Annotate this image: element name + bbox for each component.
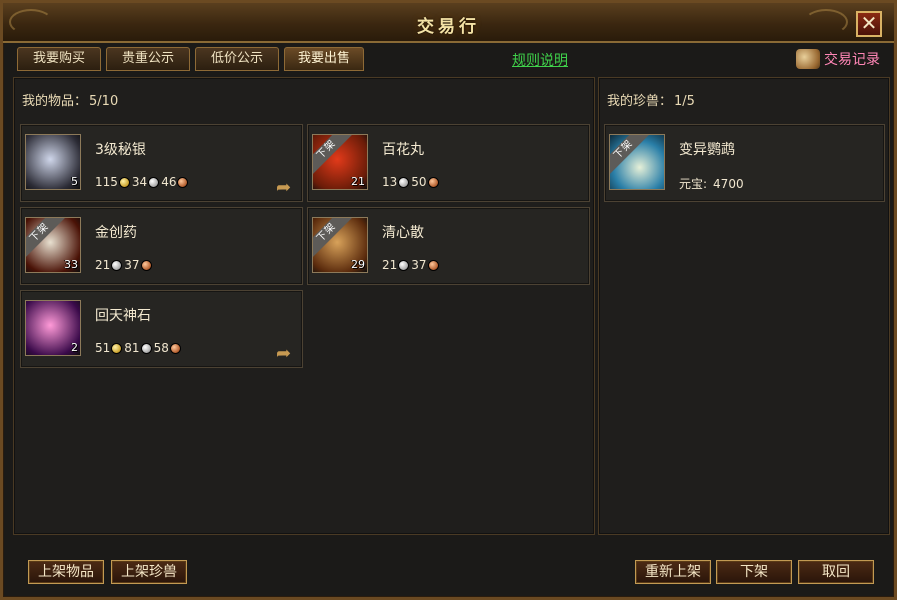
- item-name: 3级秘银: [95, 142, 146, 158]
- pet-price: 元宝: 4700: [679, 175, 744, 192]
- title-ornament-right: [804, 9, 848, 35]
- delist-button[interactable]: 下架: [716, 560, 792, 584]
- tab-valuable-notice[interactable]: 贵重公示: [106, 47, 190, 71]
- item-quantity: 2: [71, 341, 78, 354]
- item-quantity: 21: [351, 175, 365, 188]
- silver-coin-icon: [398, 259, 410, 271]
- pet-slot[interactable]: 下架 变异鹦鹉 元宝: 4700: [604, 124, 885, 202]
- my-pets-panel: 我的珍兽： 1/5 下架 变异鹦鹉 元宝: 4700: [598, 77, 890, 535]
- item-quantity: 5: [71, 175, 78, 188]
- price-amount: 34: [131, 175, 148, 189]
- my-pets-header: 我的珍兽： 1/5: [607, 90, 695, 109]
- silver-coin-icon: [148, 176, 160, 188]
- item-price: 13 50: [382, 175, 441, 189]
- copper-coin-icon: [427, 259, 439, 271]
- silver-coin-icon: [111, 259, 123, 271]
- item-name: 金创药: [95, 225, 137, 241]
- my-items-panel: 我的物品： 5/10 5 3级秘银 115 34 46 ➦ 下架 21 百花丸 13 5…: [13, 77, 595, 535]
- delisted-ribbon: 下架: [313, 135, 354, 177]
- scroll-icon: [796, 49, 820, 69]
- silver-coin-icon: [398, 176, 410, 188]
- copper-coin-icon: [169, 342, 181, 354]
- item-slot[interactable]: 下架 33 金创药 21 37: [20, 207, 303, 285]
- window-title: 交易行: [417, 17, 480, 37]
- my-pets-count: 1/5: [674, 94, 695, 109]
- my-pets-label: 我的珍兽：: [607, 94, 673, 109]
- item-name: 回天神石: [95, 308, 151, 324]
- item-price: 115 34 46: [95, 175, 190, 189]
- share-arrow-icon[interactable]: ➦: [276, 343, 300, 364]
- price-amount: 21: [382, 258, 398, 272]
- copper-coin-icon: [427, 176, 439, 188]
- ingot-amount: 4700: [713, 176, 744, 191]
- list-item-button[interactable]: 上架物品: [28, 560, 104, 584]
- trade-house-window: 交易行 ✕ 我要购买 贵重公示 低价公示 我要出售 规则说明 交易记录 我的物品…: [0, 0, 897, 600]
- item-slot[interactable]: 下架 29 清心散 21 37: [307, 207, 590, 285]
- price-amount: 58: [153, 341, 169, 355]
- hundred-flower-pill-icon: 下架 21: [312, 134, 368, 190]
- item-quantity: 29: [351, 258, 365, 271]
- relist-button[interactable]: 重新上架: [635, 560, 711, 584]
- price-amount: 51: [95, 341, 111, 355]
- item-slot[interactable]: 2 回天神石 51 81 58 ➦: [20, 290, 303, 368]
- price-amount: 50: [411, 175, 427, 189]
- mutant-parrot-icon: 下架: [609, 134, 665, 190]
- mithril-ore-icon: 5: [25, 134, 81, 190]
- tab-sell[interactable]: 我要出售: [284, 47, 364, 71]
- item-price: 51 81 58: [95, 341, 183, 355]
- ingot-label: 元宝:: [679, 177, 708, 191]
- item-quantity: 33: [64, 258, 78, 271]
- price-amount: 21: [95, 258, 111, 272]
- gold-coin-icon: [118, 176, 130, 188]
- item-name: 百花丸: [382, 142, 424, 158]
- item-name: 清心散: [382, 225, 424, 241]
- delisted-ribbon: 下架: [26, 218, 67, 260]
- delisted-ribbon: 下架: [610, 135, 651, 177]
- my-items-count: 5/10: [89, 94, 119, 109]
- item-slot[interactable]: 5 3级秘银 115 34 46 ➦: [20, 124, 303, 202]
- copper-coin-icon: [177, 176, 189, 188]
- silver-coin-icon: [140, 342, 152, 354]
- price-amount: 13: [382, 175, 398, 189]
- item-price: 21 37: [382, 258, 441, 272]
- price-amount: 81: [124, 341, 140, 355]
- item-price: 21 37: [95, 258, 154, 272]
- tab-buy[interactable]: 我要购买: [17, 47, 101, 71]
- price-amount: 37: [124, 258, 140, 272]
- item-slot[interactable]: 下架 21 百花丸 13 50: [307, 124, 590, 202]
- title-bar: 交易行 ✕: [3, 3, 894, 43]
- trade-record-label: 交易记录: [824, 52, 880, 68]
- price-amount: 115: [95, 175, 118, 189]
- wound-medicine-icon: 下架 33: [25, 217, 81, 273]
- close-button[interactable]: ✕: [856, 11, 882, 37]
- my-items-label: 我的物品：: [22, 94, 88, 109]
- price-amount: 46: [161, 175, 177, 189]
- rules-link[interactable]: 规则说明: [512, 50, 568, 70]
- price-amount: 37: [411, 258, 427, 272]
- trade-record-link[interactable]: 交易记录: [796, 47, 880, 71]
- heaven-stone-icon: 2: [25, 300, 81, 356]
- pet-name: 变异鹦鹉: [679, 142, 735, 158]
- tab-lowprice-notice[interactable]: 低价公示: [195, 47, 279, 71]
- close-icon: ✕: [860, 11, 878, 35]
- share-arrow-icon[interactable]: ➦: [276, 177, 300, 198]
- my-items-header: 我的物品： 5/10: [22, 90, 118, 109]
- retrieve-button[interactable]: 取回: [798, 560, 874, 584]
- list-pet-button[interactable]: 上架珍兽: [111, 560, 187, 584]
- delisted-ribbon: 下架: [313, 218, 354, 260]
- copper-coin-icon: [140, 259, 152, 271]
- clear-heart-powder-icon: 下架 29: [312, 217, 368, 273]
- gold-coin-icon: [111, 342, 123, 354]
